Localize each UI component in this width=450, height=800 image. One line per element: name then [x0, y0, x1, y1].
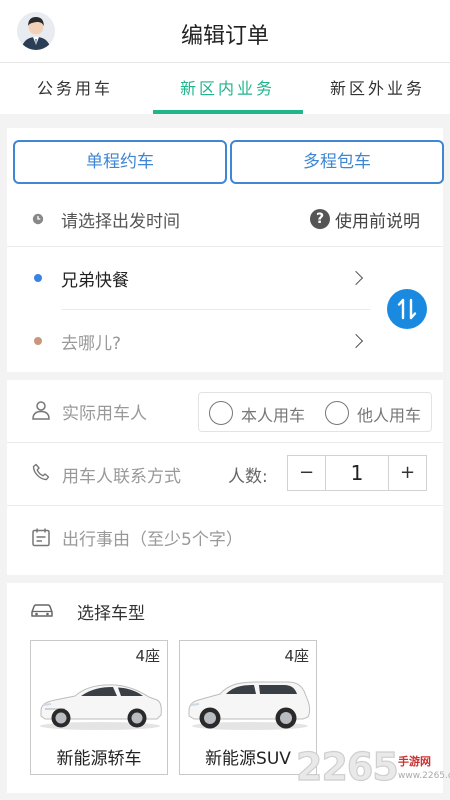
swap-icon [397, 298, 417, 320]
increment-button[interactable]: + [388, 456, 426, 490]
tab-inside-district[interactable]: 新区内业务 [150, 63, 305, 115]
contact-input[interactable]: 用车人联系方式 [62, 462, 181, 487]
business-tabs: 公务用车 新区内业务 新区外业务 [0, 62, 450, 114]
sedan-car-image [40, 684, 162, 730]
passenger-count-stepper: − 1 + [287, 455, 427, 491]
others-use-radio[interactable] [325, 401, 349, 425]
user-type-radio-group: 本人用车 他人用车 [198, 392, 432, 432]
calendar-icon [32, 528, 50, 547]
others-use-label[interactable]: 他人用车 [357, 402, 421, 426]
destination-dot [34, 337, 42, 345]
tab-outside-district[interactable]: 新区外业务 [305, 63, 450, 115]
single-trip-button[interactable]: 单程约车 [13, 140, 227, 184]
vehicle-option-sedan[interactable]: 4座 新能源轿车 [30, 640, 168, 775]
destination-placeholder: 去哪儿? [61, 334, 122, 354]
multi-trip-button[interactable]: 多程包车 [230, 140, 444, 184]
clock-icon [32, 213, 44, 225]
phone-icon [32, 463, 50, 481]
actual-user-row: 实际用车人 本人用车 他人用车 [7, 380, 443, 442]
trip-card: 单程约车 多程包车 请选择出发时间 ? 使用前说明 兄弟快餐 去哪儿? [7, 128, 444, 372]
suv-car-image [188, 681, 310, 730]
page-title: 编辑订单 [180, 24, 269, 49]
active-tab-indicator [153, 110, 303, 114]
origin-text: 兄弟快餐 [61, 271, 129, 291]
trip-reason-row: 出行事由（至少5个字） [7, 506, 443, 568]
watermark-site-name: 手游网 [398, 755, 431, 768]
passenger-count-label: 人数: [228, 467, 268, 487]
seat-count: 4座 [135, 647, 160, 665]
help-icon[interactable]: ? [310, 209, 330, 229]
destination-row[interactable]: 去哪儿? [7, 310, 443, 372]
chevron-right-icon [348, 270, 364, 286]
help-link[interactable]: 使用前说明 [335, 207, 420, 232]
passenger-count-value[interactable]: 1 [326, 456, 388, 490]
origin-row[interactable]: 兄弟快餐 [7, 247, 443, 309]
vehicle-name: 新能源轿车 [56, 749, 142, 769]
departure-time-row[interactable]: 请选择出发时间 ? 使用前说明 [7, 194, 443, 246]
seat-count: 4座 [284, 647, 309, 665]
actual-user-input[interactable]: 实际用车人 [62, 399, 147, 424]
chevron-right-icon [348, 333, 364, 349]
self-use-radio[interactable] [209, 401, 233, 425]
self-use-label[interactable]: 本人用车 [241, 402, 305, 426]
car-icon [31, 604, 53, 617]
swap-locations-button[interactable] [387, 289, 427, 329]
vehicle-section-label: 选择车型 [77, 604, 145, 624]
passenger-card: 实际用车人 本人用车 他人用车 用车人联系方式 人数: − 1 + 出行事由（至… [7, 380, 443, 575]
watermark-number: 2265 [295, 744, 399, 789]
app-header: 编辑订单 [0, 0, 450, 62]
trip-reason-input[interactable]: 出行事由（至少5个字） [62, 525, 243, 550]
origin-dot [34, 274, 42, 282]
person-icon [32, 401, 50, 420]
departure-time-placeholder: 请选择出发时间 [61, 212, 180, 232]
decrement-button[interactable]: − [288, 456, 326, 490]
watermark-url: www.2265.com [398, 771, 450, 781]
tab-official-car[interactable]: 公务用车 [0, 63, 150, 115]
